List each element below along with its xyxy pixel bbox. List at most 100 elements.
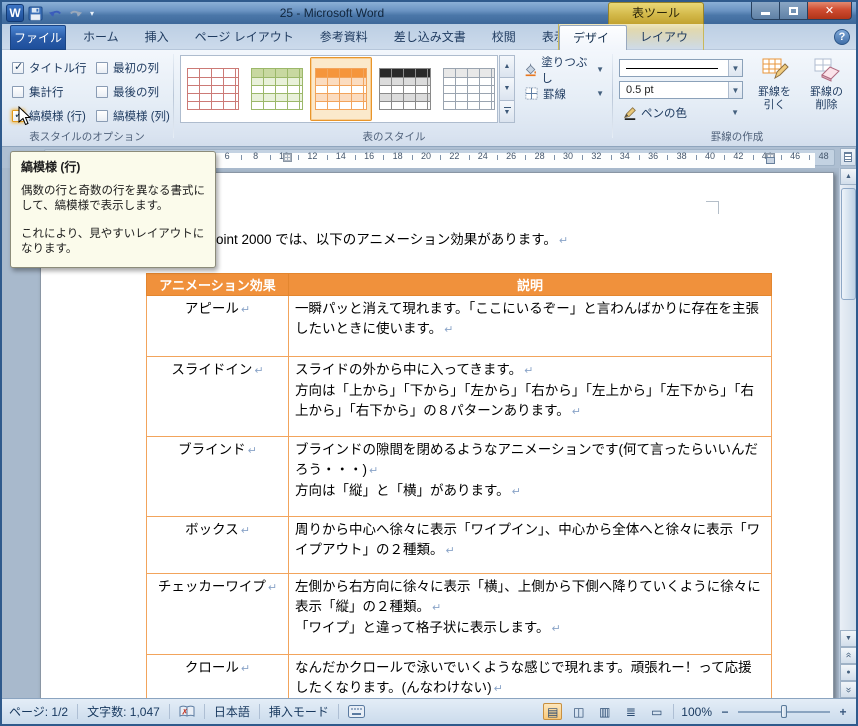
scroll-up-button[interactable]: ▲ xyxy=(840,168,856,185)
tab-references[interactable]: 参考資料 xyxy=(307,24,381,50)
outline-view-button[interactable]: ≣ xyxy=(621,703,640,720)
pen-color-button[interactable]: ペンの色 ▼ xyxy=(619,103,743,122)
description-cell[interactable]: 左側から右方向に徐々に表示「横」、上側から下側へ降りていくように徐々に表示「縦」… xyxy=(288,573,772,655)
ime-keyboard-icon[interactable] xyxy=(347,705,365,718)
checkbox-first-column[interactable]: 最初の列 xyxy=(96,60,159,75)
tab-design[interactable]: デザイン xyxy=(559,25,627,69)
effect-cell[interactable]: チェッカーワイプ ↵ xyxy=(146,573,289,655)
contextual-tabs: デザイン レイアウト xyxy=(558,24,704,70)
qat-dropdown-button[interactable]: ▾ xyxy=(87,9,97,18)
gallery-scroll-up-button[interactable]: ▲ xyxy=(499,55,515,79)
page-indicator[interactable]: ページ: 1/2 xyxy=(9,703,68,720)
borders-button[interactable]: 罫線 ▼ xyxy=(520,83,608,104)
next-page-button[interactable]: » xyxy=(840,681,856,698)
table-row: チェッカーワイプ ↵ 左側から右方向に徐々に表示「横」、上側から下側へ降りていくよう… xyxy=(146,573,772,655)
word-window: W ▾ 25 - Microsoft Word 表ツール ✕ ファイル ホーム … xyxy=(0,0,858,726)
checkbox-box xyxy=(96,85,108,98)
minimize-button[interactable] xyxy=(751,2,780,20)
eraser-label: 罫線の 削除 xyxy=(810,86,843,111)
tab-file[interactable]: ファイル xyxy=(10,25,66,50)
line-style-combo[interactable]: ▼ xyxy=(619,59,743,77)
draft-view-button[interactable]: ▭ xyxy=(647,703,666,720)
vertical-scrollbar[interactable]: ▲ ▼ » ● » xyxy=(839,168,856,698)
zoom-in-button[interactable]: + xyxy=(837,705,849,719)
tab-insert[interactable]: 挿入 xyxy=(132,24,182,50)
effect-cell[interactable]: スライドイン ↵ xyxy=(146,356,289,437)
help-button[interactable]: ? xyxy=(834,29,850,45)
minimize-icon xyxy=(761,12,770,15)
description-cell[interactable]: 周りから中心へ徐々に表示「ワイプイン」、中心から全体へと徐々に表示「ワイプアウト… xyxy=(288,516,772,574)
right-indent-marker[interactable] xyxy=(766,157,775,164)
eraser-button[interactable]: 罫線の 削除 xyxy=(802,50,851,120)
zoom-slider[interactable] xyxy=(738,705,830,718)
intro-text: oint 2000 では、以下のアニメーション効果があります。 xyxy=(216,232,557,247)
header-cell-description[interactable]: 説明 xyxy=(288,273,772,296)
select-browse-object-button[interactable]: ● xyxy=(840,664,856,681)
header-cell-effect[interactable]: アニメーション効果 xyxy=(146,273,289,296)
web-layout-view-button[interactable]: ▥ xyxy=(595,703,614,720)
separator xyxy=(258,704,260,719)
language-indicator[interactable]: 日本語 xyxy=(214,703,250,720)
maximize-button[interactable] xyxy=(780,2,808,20)
fullscreen-reading-view-button[interactable]: ◫ xyxy=(569,703,588,720)
line-style-sample xyxy=(626,67,718,69)
effect-cell[interactable]: ボックス ↵ xyxy=(146,516,289,574)
line-weight-combo[interactable]: 0.5 pt ▼ xyxy=(619,81,743,99)
close-button[interactable]: ✕ xyxy=(808,2,852,20)
word-logo-icon[interactable]: W xyxy=(6,4,24,22)
zoom-slider-thumb[interactable] xyxy=(781,705,787,718)
chevron-down-icon: ▼ xyxy=(728,82,742,98)
table-row: クロール ↵ なんだかクロールで泳いでいくような感じで現れます。頑張れー！って応援し… xyxy=(146,654,772,698)
table-style-thumbnail[interactable] xyxy=(246,57,308,121)
gallery-more-button[interactable]: ▼ xyxy=(499,100,515,123)
insert-mode-indicator[interactable]: 挿入モード xyxy=(269,703,329,720)
undo-button[interactable] xyxy=(47,5,64,22)
effect-cell[interactable]: アピール ↵ xyxy=(146,295,289,357)
checkbox-banded-columns[interactable]: 縞模様 (列) xyxy=(96,108,170,123)
tab-review[interactable]: 校閲 xyxy=(479,24,529,50)
doc-table[interactable]: アニメーション効果 説明 アピール ↵ 一瞬パッと消えて現れます。「ここにいるぞー」… xyxy=(146,273,772,698)
effect-cell[interactable]: ブラインド ↵ xyxy=(146,436,289,517)
tab-layout[interactable]: レイアウト xyxy=(627,24,703,70)
description-cell[interactable]: なんだかクロールで泳いでいくような感じで現れます。頑張れー！って応援したくなりま… xyxy=(288,654,772,698)
chevron-down-icon: ▼ xyxy=(728,60,742,76)
tab-page-layout[interactable]: ページ レイアウト xyxy=(182,24,307,50)
zoom-out-button[interactable]: − xyxy=(719,705,731,719)
previous-page-button[interactable]: » xyxy=(840,647,856,664)
paragraph-mark: ↵ xyxy=(558,235,569,247)
table-style-thumbnail[interactable] xyxy=(438,57,497,121)
table-style-thumbnail-selected[interactable] xyxy=(310,57,372,121)
quick-access-toolbar: W ▾ xyxy=(6,3,97,23)
scrollbar-thumb[interactable] xyxy=(841,188,856,300)
scroll-down-button[interactable]: ▼ xyxy=(840,630,856,647)
checkbox-total-row[interactable]: 集計行 xyxy=(12,84,64,99)
redo-button[interactable] xyxy=(67,5,84,22)
group-label-table-styles: 表のスタイル xyxy=(362,131,426,143)
mouse-cursor xyxy=(18,106,32,126)
description-cell[interactable]: ブラインドの隙間を閉めるようなアニメーションです(何て言ったらいいんだろう・・・… xyxy=(288,436,772,517)
table-column-marker[interactable] xyxy=(283,153,292,162)
table-row: ブラインド ↵ ブラインドの隙間を閉めるようなアニメーションです(何て言ったらいいん… xyxy=(146,436,772,517)
word-count[interactable]: 文字数: 1,047 xyxy=(87,703,160,720)
description-cell[interactable]: 一瞬パッと消えて現れます。「ここにいるぞー」と言わんばかりに存在を主張したいとき… xyxy=(288,295,772,357)
shading-button[interactable]: 塗りつぶし ▼ xyxy=(520,57,608,85)
effect-cell[interactable]: クロール ↵ xyxy=(146,654,289,698)
paint-bucket-icon xyxy=(525,63,536,77)
zoom-level[interactable]: 100% xyxy=(681,705,712,719)
draw-table-button[interactable]: 罫線を 引く xyxy=(750,50,799,120)
description-cell[interactable]: スライドの外から中に入ってきます。 ↵ 方向は「上から」「下から」「左から」「右から… xyxy=(288,356,772,437)
ruler-toggle-button[interactable] xyxy=(840,148,856,166)
spellcheck-icon[interactable]: ✗ xyxy=(179,705,195,719)
tab-home[interactable]: ホーム xyxy=(70,24,132,50)
close-icon: ✕ xyxy=(824,5,835,17)
more-icon xyxy=(503,106,511,109)
gallery-scroll-down-button[interactable]: ▼ xyxy=(499,78,515,101)
checkbox-last-column[interactable]: 最後の列 xyxy=(96,84,159,99)
group-label-draw-borders: 罫線の作成 xyxy=(710,131,764,143)
checkbox-header-row[interactable]: タイトル行 xyxy=(12,60,87,75)
save-button[interactable] xyxy=(27,5,44,22)
table-style-thumbnail[interactable] xyxy=(374,57,436,121)
table-style-thumbnail[interactable] xyxy=(182,57,244,121)
print-layout-view-button[interactable]: ▤ xyxy=(543,703,563,720)
tab-mailings[interactable]: 差し込み文書 xyxy=(381,24,479,50)
